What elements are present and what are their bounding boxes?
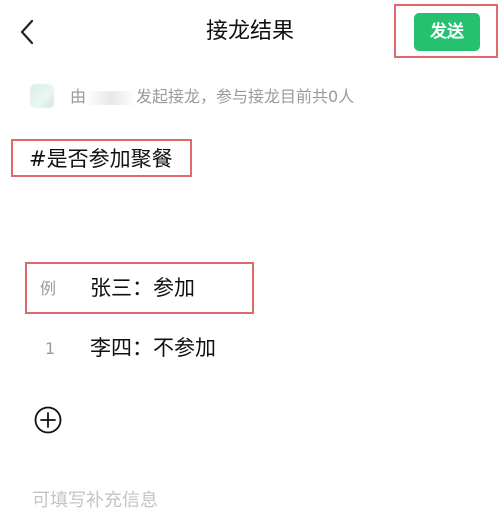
entry-index: 1 [45, 339, 56, 358]
example-entry-text[interactable]: 张三：参加 [90, 274, 195, 302]
initiator-avatar [30, 84, 54, 108]
add-entry-button[interactable] [34, 406, 62, 434]
plus-circle-icon [34, 406, 62, 434]
topic-title[interactable]: #是否参加聚餐 [29, 146, 173, 172]
initiator-suffix: 发起接龙，参与接龙目前共0人 [136, 87, 355, 106]
redacted-name [86, 90, 137, 105]
send-button[interactable]: 发送 [414, 13, 480, 51]
supplement-input[interactable]: 可填写补充信息 [32, 489, 158, 513]
initiator-prefix: 由 [70, 87, 87, 106]
initiator-summary: 由 发起接龙，参与接龙目前共0人 [70, 86, 354, 108]
example-index-label: 例 [40, 279, 57, 298]
entry-text[interactable]: 李四：不参加 [90, 334, 216, 362]
